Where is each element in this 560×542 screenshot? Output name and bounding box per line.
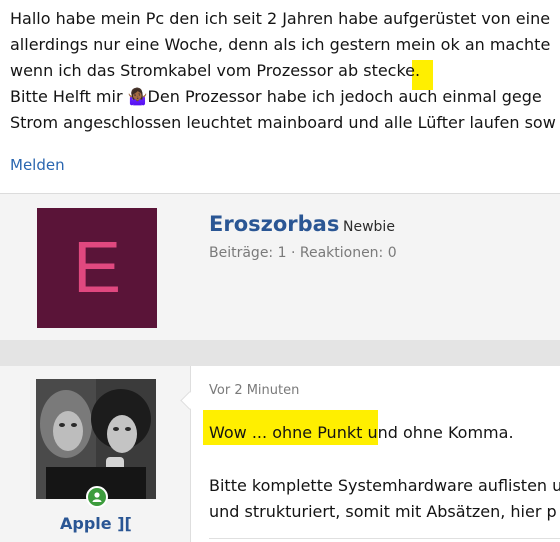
- user-stats: Beiträge: 1 · Reaktionen: 0: [209, 245, 397, 261]
- post-text-line: Strom angeschlossen leuchtet mainboard u…: [10, 113, 556, 132]
- reply-post: Apple ][ Vor 2 Minuten Wow ... ohne Punk…: [0, 366, 560, 542]
- online-status-icon: [86, 486, 108, 508]
- avatar-letter: E: [72, 228, 122, 308]
- post-text-line: Hallo habe mein Pc den ich seit 2 Jahren…: [10, 9, 551, 28]
- user-avatar-photo[interactable]: [36, 379, 156, 499]
- author-name-link[interactable]: Eroszorbas: [209, 212, 339, 236]
- reply-user-panel: Apple ][: [0, 366, 191, 542]
- user-role-badge: Newbie: [343, 219, 395, 235]
- post-body: Hallo habe mein Pc den ich seit 2 Jahren…: [0, 0, 560, 193]
- avatar[interactable]: E: [37, 208, 157, 328]
- post-text-line: allerdings nur eine Woche, denn als ich …: [10, 35, 551, 54]
- reply-username-link[interactable]: Apple ][: [60, 514, 132, 533]
- section-separator: [0, 340, 560, 366]
- reply-text-line: Bitte komplette Systemhardware auflisten…: [209, 476, 560, 495]
- post-timestamp[interactable]: Vor 2 Minuten: [209, 383, 299, 398]
- post-text-line: wenn ich das Stromkabel vom Prozessor ab…: [10, 61, 421, 80]
- user-icon: [92, 492, 102, 502]
- avatar-photo-image: [36, 379, 156, 499]
- reply-text-line: Wow ... ohne Punkt und ohne Komma.: [209, 423, 514, 442]
- author-info-block: E Eroszorbas Newbie Beiträge: 1 · Reakti…: [0, 194, 560, 340]
- divider: [209, 538, 560, 539]
- post-text-line: Bitte Helft mir 🤷🏾‍♀️Den Prozessor habe …: [10, 87, 542, 106]
- reply-text-line: und strukturiert, somit mit Absätzen, hi…: [209, 502, 557, 521]
- report-link[interactable]: Melden: [10, 156, 65, 174]
